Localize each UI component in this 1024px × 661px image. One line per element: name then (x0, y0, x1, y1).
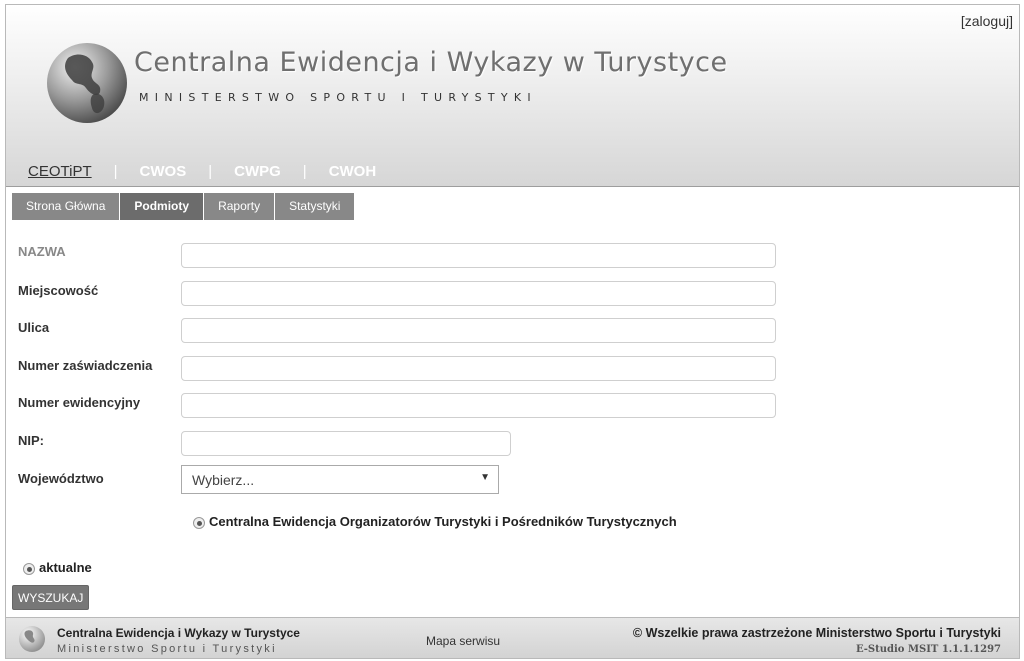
ulica-input[interactable] (181, 318, 776, 343)
numer-zaswiadczenia-input[interactable] (181, 356, 776, 381)
miejscowosc-label: Miejscowość (18, 283, 99, 298)
footer-globe-icon (19, 626, 45, 652)
registry-radio-option[interactable]: Centralna Ewidencja Organizatorów Turyst… (193, 514, 677, 529)
nav-cwos[interactable]: CWOS (140, 163, 187, 180)
search-button[interactable]: WYSZUKAJ (12, 585, 90, 610)
tab-statystyki[interactable]: Statystyki (275, 193, 356, 220)
nip-label: NIP: (18, 433, 44, 448)
numer-ewidencyjny-input[interactable] (181, 393, 776, 418)
wojewodztwo-label: Województwo (18, 471, 104, 486)
globe-logo-icon (47, 43, 127, 123)
version-text: E-Studio MSIT 1.1.1.1297 (855, 644, 1001, 655)
numer-zaswiadczenia-label: Numer zaświadczenia (18, 358, 153, 373)
nav-cwoh[interactable]: CWOH (329, 163, 377, 180)
copyright-text: © Wszelkie prawa zastrzeżone Ministerstw… (632, 626, 1001, 640)
tab-raporty[interactable]: Raporty (204, 193, 276, 220)
top-navigation: CEOTiPT | CWOS | CWPG | CWOH (28, 163, 376, 180)
nav-separator: | (302, 163, 307, 180)
registry-option-label: Centralna Ewidencja Organizatorów Turyst… (209, 514, 677, 529)
nav-separator: | (113, 163, 118, 180)
nazwa-input[interactable] (181, 243, 776, 268)
nav-cwpg[interactable]: CWPG (234, 163, 281, 180)
radio-selected-icon[interactable] (23, 562, 35, 575)
site-map-link[interactable]: Mapa serwisu (426, 634, 500, 648)
wojewodztwo-select[interactable]: Wybierz... ▼ (181, 465, 499, 494)
footer-subtitle: Ministerstwo Sportu i Turystyki (57, 643, 277, 655)
page-frame: [zaloguj] Centralna Ewidencja i Wykazy w… (5, 4, 1020, 659)
miejscowosc-input[interactable] (181, 281, 776, 306)
footer-title: Centralna Ewidencja i Wykazy w Turystyce (57, 626, 300, 640)
site-title: Centralna Ewidencja i Wykazy w Turystyce (134, 47, 728, 78)
nav-separator: | (208, 163, 213, 180)
site-header: [zaloguj] Centralna Ewidencja i Wykazy w… (6, 5, 1019, 187)
ulica-label: Ulica (18, 320, 50, 335)
wojewodztwo-selected-value: Wybierz... (192, 472, 255, 488)
tab-bar: Strona Główna Podmioty Raporty Statystyk… (12, 193, 356, 220)
nazwa-label: NAZWA (18, 244, 66, 259)
tab-strona-glowna[interactable]: Strona Główna (12, 193, 121, 220)
tab-podmioty[interactable]: Podmioty (120, 193, 205, 220)
nip-input[interactable] (181, 431, 511, 456)
nav-ceotipt[interactable]: CEOTiPT (28, 163, 92, 180)
site-footer: Centralna Ewidencja i Wykazy w Turystyce… (6, 617, 1019, 658)
login-link[interactable]: [zaloguj] (961, 13, 1013, 29)
status-radio-option[interactable]: aktualne (23, 560, 92, 575)
site-subtitle: MINISTERSTWO SPORTU I TURYSTYKI (139, 91, 537, 104)
radio-selected-icon[interactable] (193, 516, 205, 529)
dropdown-arrow-icon: ▼ (480, 472, 490, 483)
numer-ewidencyjny-label: Numer ewidencyjny (18, 395, 141, 410)
status-option-label: aktualne (39, 560, 92, 575)
